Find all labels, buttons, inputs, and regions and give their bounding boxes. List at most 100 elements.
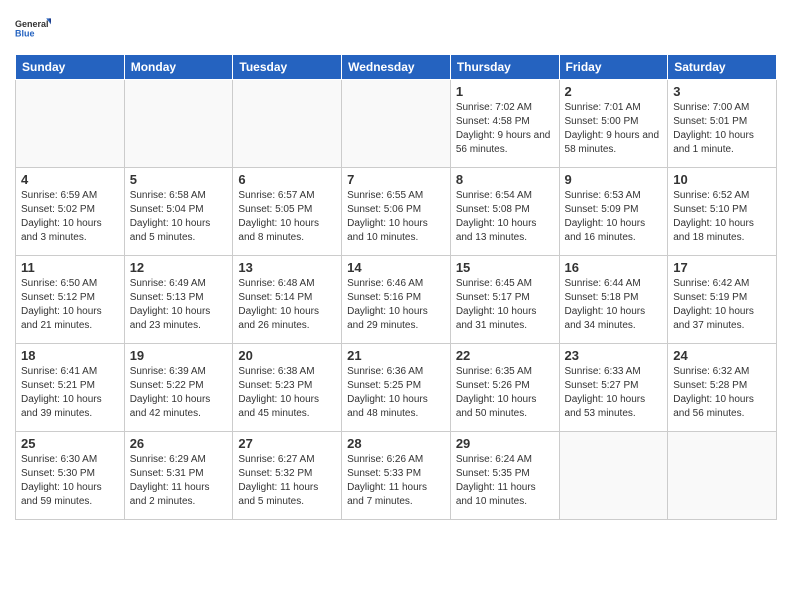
calendar-week-row: 4 Sunrise: 6:59 AM Sunset: 5:02 PM Daylig… <box>16 168 777 256</box>
calendar-cell: 10 Sunrise: 6:52 AM Sunset: 5:10 PM Dayli… <box>668 168 777 256</box>
calendar-cell: 1 Sunrise: 7:02 AM Sunset: 4:58 PM Daylig… <box>450 80 559 168</box>
day-number: 10 <box>673 172 771 187</box>
day-info: Sunrise: 6:52 AM Sunset: 5:10 PM Dayligh… <box>673 189 771 245</box>
day-number: 12 <box>130 260 228 275</box>
calendar-cell: 19 Sunrise: 6:39 AM Sunset: 5:22 PM Dayli… <box>124 344 233 432</box>
day-number: 19 <box>130 348 228 363</box>
calendar-week-row: 1 Sunrise: 7:02 AM Sunset: 4:58 PM Daylig… <box>16 80 777 168</box>
svg-text:General: General <box>15 19 49 29</box>
calendar-cell: 7 Sunrise: 6:55 AM Sunset: 5:06 PM Daylig… <box>342 168 451 256</box>
calendar-header-row: SundayMondayTuesdayWednesdayThursdayFrid… <box>16 55 777 80</box>
calendar-cell: 23 Sunrise: 6:33 AM Sunset: 5:27 PM Dayli… <box>559 344 668 432</box>
day-number: 28 <box>347 436 445 451</box>
calendar-cell: 27 Sunrise: 6:27 AM Sunset: 5:32 PM Dayli… <box>233 432 342 520</box>
calendar-week-row: 11Sunrise: 6:50 AM Sunset: 5:12 PM Dayli… <box>16 256 777 344</box>
day-info: Sunrise: 6:38 AM Sunset: 5:23 PM Dayligh… <box>238 365 336 421</box>
day-number: 25 <box>21 436 119 451</box>
calendar-header-friday: Friday <box>559 55 668 80</box>
day-info: Sunrise: 6:35 AM Sunset: 5:26 PM Dayligh… <box>456 365 554 421</box>
calendar-header-monday: Monday <box>124 55 233 80</box>
calendar-cell: 15 Sunrise: 6:45 AM Sunset: 5:17 PM Dayli… <box>450 256 559 344</box>
day-number: 20 <box>238 348 336 363</box>
day-info: Sunrise: 7:02 AM Sunset: 4:58 PM Dayligh… <box>456 101 554 157</box>
calendar-header-thursday: Thursday <box>450 55 559 80</box>
calendar-cell: 6 Sunrise: 6:57 AM Sunset: 5:05 PM Daylig… <box>233 168 342 256</box>
day-info: Sunrise: 6:30 AM Sunset: 5:30 PM Dayligh… <box>21 453 119 509</box>
calendar-cell <box>124 80 233 168</box>
calendar-cell <box>16 80 125 168</box>
day-info: Sunrise: 6:36 AM Sunset: 5:25 PM Dayligh… <box>347 365 445 421</box>
day-info: Sunrise: 6:53 AM Sunset: 5:09 PM Dayligh… <box>565 189 663 245</box>
day-number: 16 <box>565 260 663 275</box>
calendar-week-row: 18Sunrise: 6:41 AM Sunset: 5:21 PM Dayli… <box>16 344 777 432</box>
calendar-cell: 13 Sunrise: 6:48 AM Sunset: 5:14 PM Dayli… <box>233 256 342 344</box>
day-number: 11 <box>21 260 119 275</box>
day-info: Sunrise: 6:39 AM Sunset: 5:22 PM Dayligh… <box>130 365 228 421</box>
day-number: 15 <box>456 260 554 275</box>
day-info: Sunrise: 6:29 AM Sunset: 5:31 PM Dayligh… <box>130 453 228 509</box>
calendar-cell: 29 Sunrise: 6:24 AM Sunset: 5:35 PM Dayli… <box>450 432 559 520</box>
day-info: Sunrise: 6:54 AM Sunset: 5:08 PM Dayligh… <box>456 189 554 245</box>
calendar-cell: 11Sunrise: 6:50 AM Sunset: 5:12 PM Dayli… <box>16 256 125 344</box>
calendar-cell: 18Sunrise: 6:41 AM Sunset: 5:21 PM Dayli… <box>16 344 125 432</box>
calendar-cell: 26 Sunrise: 6:29 AM Sunset: 5:31 PM Dayli… <box>124 432 233 520</box>
day-number: 22 <box>456 348 554 363</box>
day-info: Sunrise: 6:33 AM Sunset: 5:27 PM Dayligh… <box>565 365 663 421</box>
calendar-cell: 5Sunrise: 6:58 AM Sunset: 5:04 PM Daylig… <box>124 168 233 256</box>
day-number: 6 <box>238 172 336 187</box>
calendar-cell: 16 Sunrise: 6:44 AM Sunset: 5:18 PM Dayli… <box>559 256 668 344</box>
calendar-cell <box>559 432 668 520</box>
day-info: Sunrise: 6:45 AM Sunset: 5:17 PM Dayligh… <box>456 277 554 333</box>
calendar-cell: 22 Sunrise: 6:35 AM Sunset: 5:26 PM Dayli… <box>450 344 559 432</box>
day-info: Sunrise: 7:00 AM Sunset: 5:01 PM Dayligh… <box>673 101 771 157</box>
day-number: 26 <box>130 436 228 451</box>
day-info: Sunrise: 6:44 AM Sunset: 5:18 PM Dayligh… <box>565 277 663 333</box>
calendar-cell: 3 Sunrise: 7:00 AM Sunset: 5:01 PM Daylig… <box>668 80 777 168</box>
calendar-cell: 12 Sunrise: 6:49 AM Sunset: 5:13 PM Dayli… <box>124 256 233 344</box>
day-info: Sunrise: 6:32 AM Sunset: 5:28 PM Dayligh… <box>673 365 771 421</box>
calendar-week-row: 25 Sunrise: 6:30 AM Sunset: 5:30 PM Dayli… <box>16 432 777 520</box>
calendar-cell: 2Sunrise: 7:01 AM Sunset: 5:00 PM Daylig… <box>559 80 668 168</box>
day-number: 2 <box>565 84 663 99</box>
day-number: 21 <box>347 348 445 363</box>
page-container: General Blue SundayMondayTuesdayWednesda… <box>0 0 792 612</box>
calendar-cell: 24 Sunrise: 6:32 AM Sunset: 5:28 PM Dayli… <box>668 344 777 432</box>
logo-icon: General Blue <box>15 10 51 46</box>
day-number: 23 <box>565 348 663 363</box>
calendar-cell: 17Sunrise: 6:42 AM Sunset: 5:19 PM Dayli… <box>668 256 777 344</box>
day-number: 24 <box>673 348 771 363</box>
day-number: 27 <box>238 436 336 451</box>
day-info: Sunrise: 6:59 AM Sunset: 5:02 PM Dayligh… <box>21 189 119 245</box>
calendar-cell <box>233 80 342 168</box>
day-info: Sunrise: 6:24 AM Sunset: 5:35 PM Dayligh… <box>456 453 554 509</box>
header: General Blue <box>15 10 777 46</box>
calendar-header-wednesday: Wednesday <box>342 55 451 80</box>
svg-text:Blue: Blue <box>15 28 35 38</box>
day-number: 7 <box>347 172 445 187</box>
calendar-cell: 9 Sunrise: 6:53 AM Sunset: 5:09 PM Daylig… <box>559 168 668 256</box>
day-number: 13 <box>238 260 336 275</box>
calendar-cell: 8 Sunrise: 6:54 AM Sunset: 5:08 PM Daylig… <box>450 168 559 256</box>
logo: General Blue <box>15 10 51 46</box>
calendar-header-saturday: Saturday <box>668 55 777 80</box>
day-info: Sunrise: 6:57 AM Sunset: 5:05 PM Dayligh… <box>238 189 336 245</box>
day-info: Sunrise: 6:26 AM Sunset: 5:33 PM Dayligh… <box>347 453 445 509</box>
day-number: 9 <box>565 172 663 187</box>
day-info: Sunrise: 6:42 AM Sunset: 5:19 PM Dayligh… <box>673 277 771 333</box>
day-number: 4 <box>21 172 119 187</box>
day-number: 8 <box>456 172 554 187</box>
day-info: Sunrise: 6:48 AM Sunset: 5:14 PM Dayligh… <box>238 277 336 333</box>
day-info: Sunrise: 6:58 AM Sunset: 5:04 PM Dayligh… <box>130 189 228 245</box>
day-number: 14 <box>347 260 445 275</box>
day-number: 3 <box>673 84 771 99</box>
day-info: Sunrise: 6:49 AM Sunset: 5:13 PM Dayligh… <box>130 277 228 333</box>
day-info: Sunrise: 6:27 AM Sunset: 5:32 PM Dayligh… <box>238 453 336 509</box>
calendar-cell: 20 Sunrise: 6:38 AM Sunset: 5:23 PM Dayli… <box>233 344 342 432</box>
day-number: 18 <box>21 348 119 363</box>
day-info: Sunrise: 6:55 AM Sunset: 5:06 PM Dayligh… <box>347 189 445 245</box>
calendar-cell <box>668 432 777 520</box>
day-number: 29 <box>456 436 554 451</box>
day-number: 1 <box>456 84 554 99</box>
calendar-header-tuesday: Tuesday <box>233 55 342 80</box>
calendar-cell: 4 Sunrise: 6:59 AM Sunset: 5:02 PM Daylig… <box>16 168 125 256</box>
